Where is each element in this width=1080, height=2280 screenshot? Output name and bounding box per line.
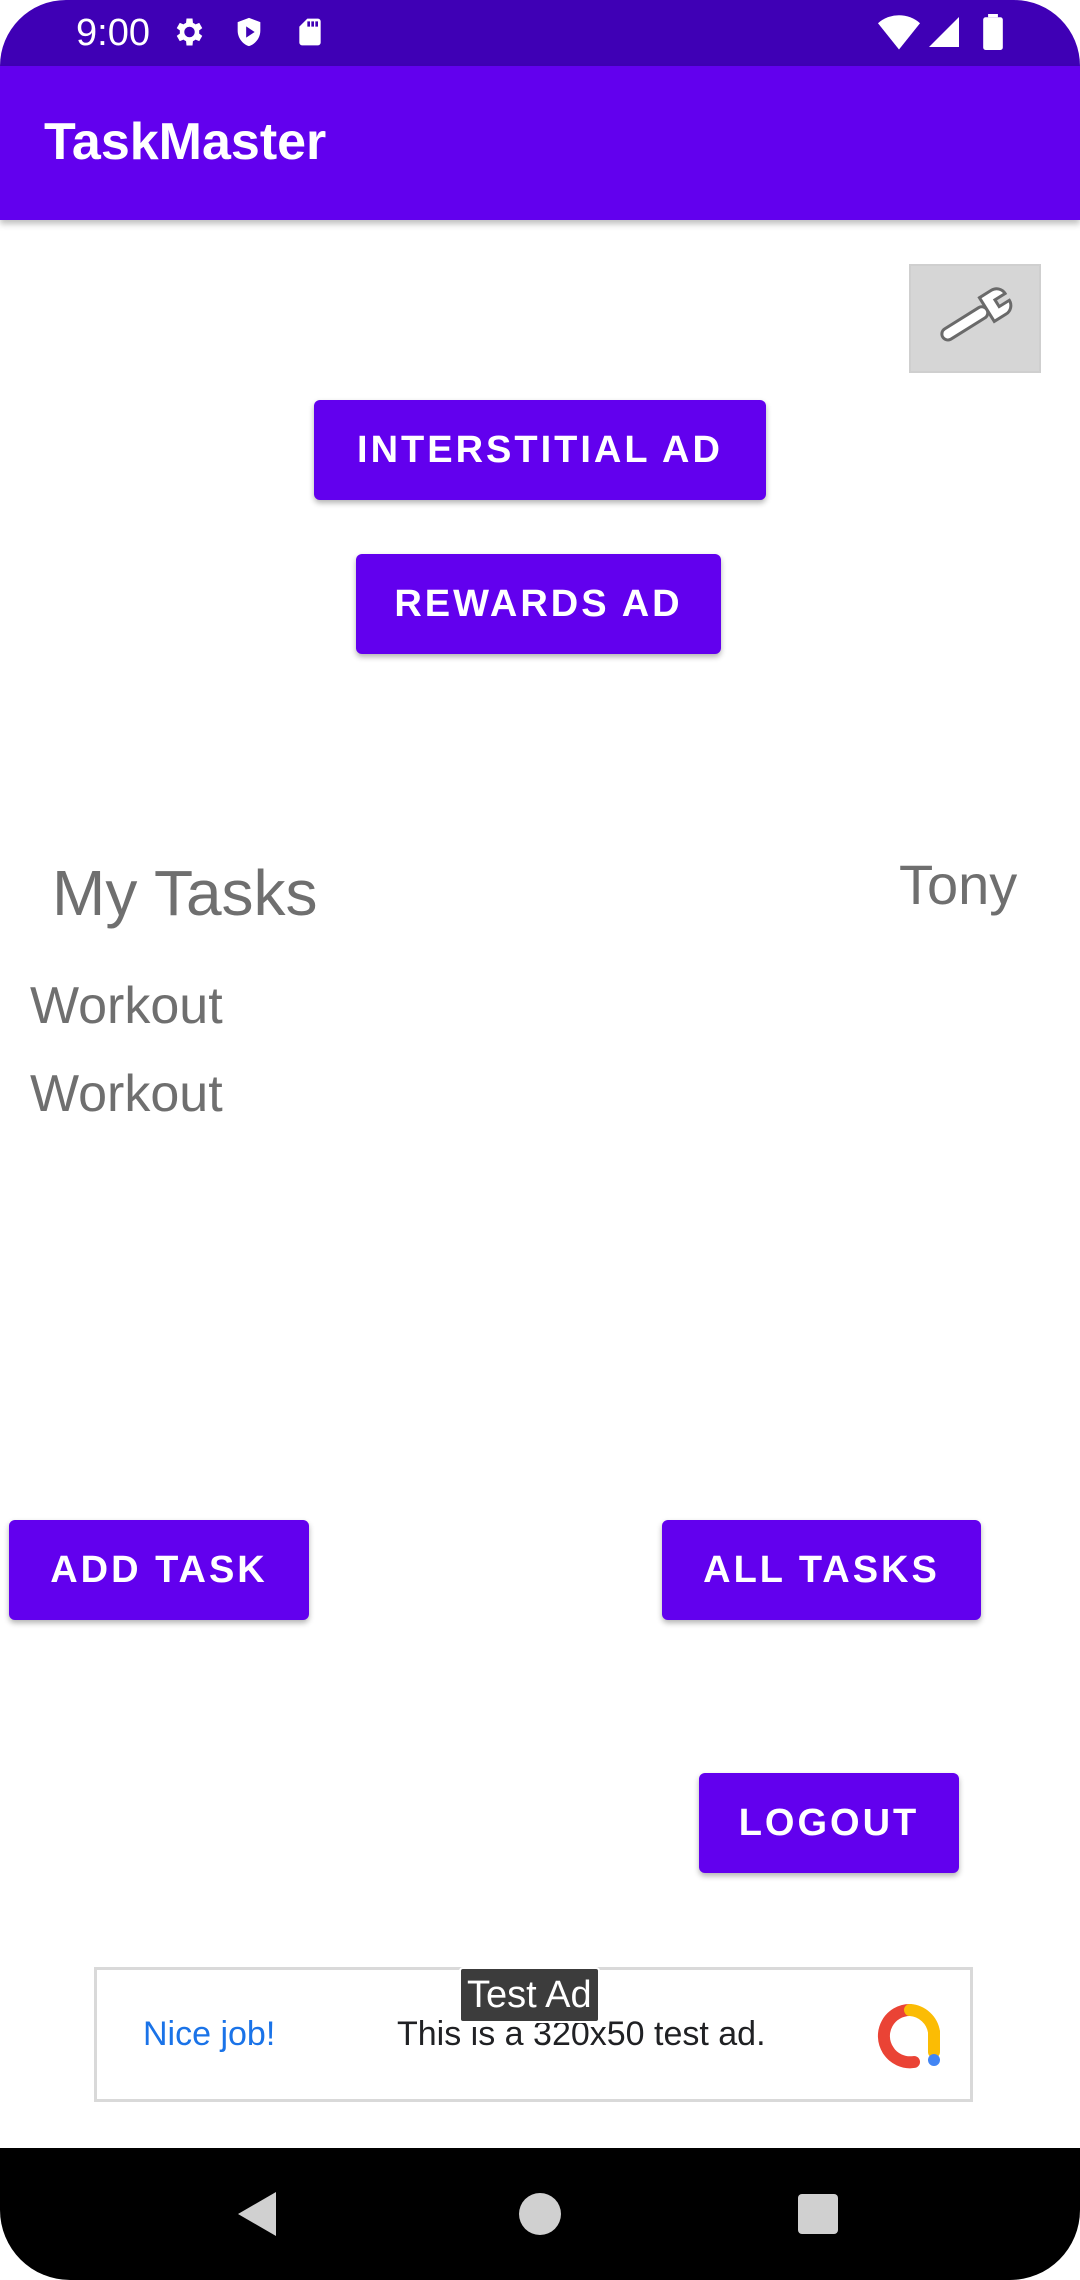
test-ad-tag: Test Ad [459, 1967, 600, 2023]
username-label: Tony [899, 853, 1018, 916]
signal-icon [926, 14, 962, 54]
ad-logo-icon [875, 2003, 945, 2074]
app-bar: TaskMaster [0, 66, 1080, 220]
ad-nice-job: Nice job! [143, 2015, 276, 2053]
wifi-icon [878, 14, 920, 54]
recents-icon[interactable] [796, 2188, 840, 2244]
back-icon[interactable] [232, 2188, 282, 2244]
wrench-icon [933, 285, 1017, 353]
status-bar: 9:00 [0, 0, 1080, 66]
app-title: TaskMaster [44, 113, 327, 171]
home-icon[interactable] [517, 2188, 563, 2244]
add-task-button[interactable]: ADD TASK [9, 1520, 309, 1620]
navigation-bar [0, 2148, 1080, 2280]
my-tasks-heading: My Tasks [52, 857, 318, 929]
settings-button[interactable] [909, 264, 1041, 373]
interstitial-ad-button[interactable]: INTERSTITIAL AD [314, 400, 766, 500]
task-item[interactable]: Workout [30, 976, 223, 1036]
rewards-ad-button[interactable]: REWARDS AD [356, 554, 721, 654]
all-tasks-button[interactable]: ALL TASKS [662, 1520, 981, 1620]
status-time: 9:00 [76, 12, 150, 54]
settings-icon [170, 14, 206, 54]
task-item[interactable]: Workout [30, 1064, 223, 1124]
logout-button[interactable]: LOGOUT [699, 1773, 959, 1873]
shield-icon [232, 14, 266, 54]
sd-card-icon [294, 14, 326, 54]
battery-icon [982, 14, 1004, 54]
